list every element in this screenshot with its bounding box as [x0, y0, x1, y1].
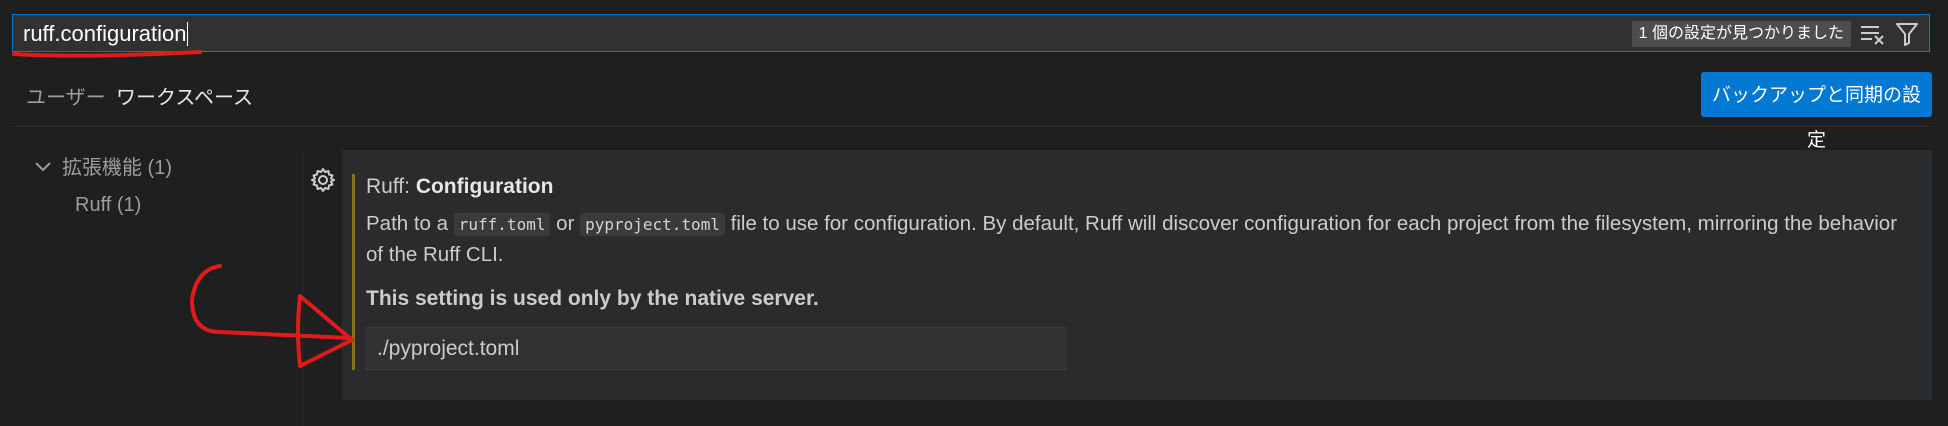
tabs-divider	[12, 126, 1932, 127]
filter-icon[interactable]	[1895, 21, 1919, 47]
tree-group-extensions[interactable]: 拡張機能 (1)	[62, 154, 172, 182]
setting-category: Ruff:	[366, 175, 416, 198]
setting-title: Ruff: Configuration	[366, 173, 553, 201]
chevron-down-icon[interactable]	[34, 158, 52, 176]
configuration-value-input[interactable]	[366, 327, 1066, 370]
text-cursor	[187, 22, 189, 46]
search-input[interactable]: ruff.configuration	[23, 22, 189, 46]
setting-description: Path to a ruff.toml or pyproject.toml fi…	[366, 212, 1898, 266]
setting-note: This setting is used only by the native …	[366, 287, 819, 310]
results-count-badge: 1 個の設定が見つかりました	[1631, 21, 1851, 47]
settings-search-box[interactable]: ruff.configuration 1 個の設定が見つかりました	[12, 14, 1930, 52]
code-pyproject-toml: pyproject.toml	[580, 213, 725, 236]
tab-workspace[interactable]: ワークスペース	[104, 84, 265, 127]
tree-item-ruff[interactable]: Ruff (1)	[75, 191, 141, 219]
modified-indicator	[352, 174, 355, 370]
backup-sync-button[interactable]: バックアップと同期の設定	[1701, 72, 1932, 151]
tab-user[interactable]: ユーザー	[26, 84, 106, 112]
gear-icon[interactable]	[310, 167, 336, 193]
sidebar-divider	[302, 150, 303, 426]
clear-filter-icon[interactable]	[1859, 22, 1887, 46]
setting-name: Configuration	[415, 175, 554, 198]
code-ruff-toml: ruff.toml	[453, 213, 551, 236]
red-arrow-curve	[189, 264, 352, 340]
red-underline-mark	[12, 50, 202, 58]
